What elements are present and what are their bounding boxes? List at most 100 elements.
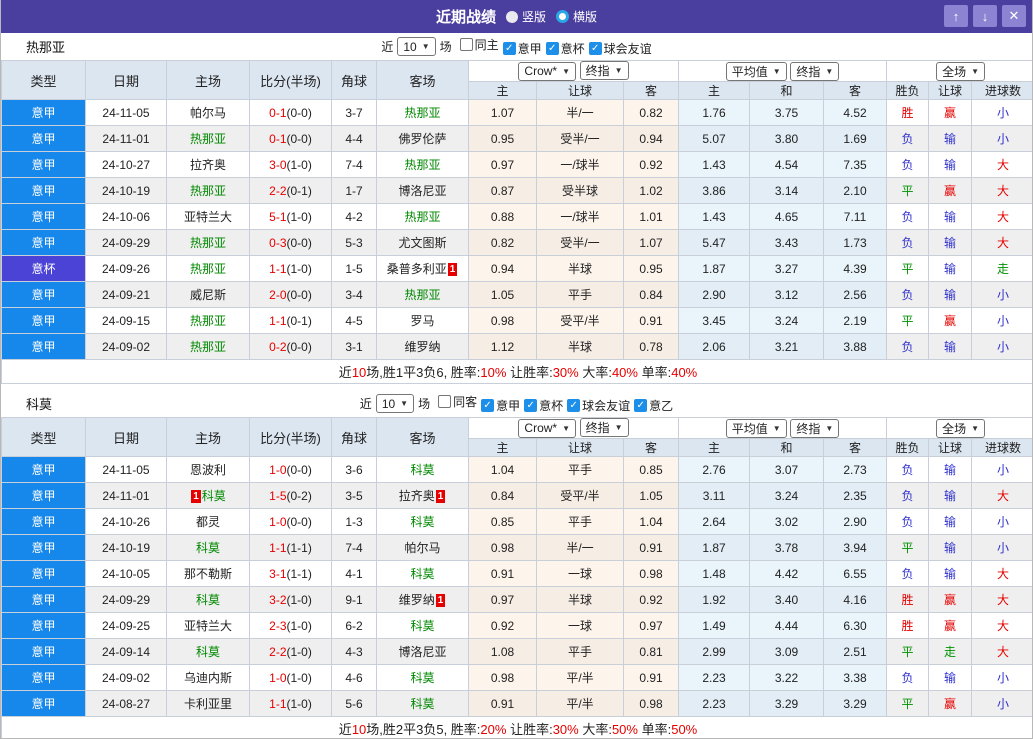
checkbox-unchecked-icon[interactable] [459,38,473,51]
games-count-select[interactable]: 10 ▼ [375,394,415,413]
home-team-cell: 威尼斯 [166,281,250,308]
odds-time-select[interactable]: 终指 ▼ [579,418,629,438]
average-select[interactable]: 平均值 ▼ [725,418,787,438]
odds-handicap-cell: 一球 [536,560,624,587]
filter-checkbox-item[interactable]: ✓ 意甲 [502,40,542,57]
move-down-button[interactable]: ↓ [973,5,997,27]
checkbox-checked-icon[interactable]: ✓ [545,42,559,55]
halftime-score: (0-1) [286,313,312,328]
matches-label: 场 [439,40,452,54]
chevron-down-icon: ▼ [825,423,834,433]
average-select[interactable]: 平均值 ▼ [725,61,787,81]
checkbox-checked-icon[interactable]: ✓ [634,399,648,412]
close-button[interactable]: ✕ [1002,5,1026,27]
summary-segment: 30% [552,722,579,737]
team-label: 热那亚 [404,158,441,172]
summary-segment: 40% [611,365,638,380]
radio-unselected-icon[interactable] [505,10,518,23]
date-cell: 24-09-21 [85,281,167,308]
summary-segment: 10% [480,365,507,380]
avg-away-cell: 4.39 [823,255,888,282]
col-result-handicap: 让球 [928,81,973,100]
filter-checkbox-item[interactable]: ✓ 意乙 [634,397,673,414]
filter-checkbox-item[interactable]: ✓ 意甲 [481,397,520,414]
fulltime-score: 1-1 [269,540,287,555]
fulltime-score: 3-1 [269,566,287,581]
bookmaker-select[interactable]: Crow* ▼ [518,418,577,438]
filter-checkbox-item[interactable]: ✓ 球会友谊 [567,397,630,414]
title-group: 近期战绩 竖版 横版 [436,6,597,27]
games-count-select[interactable]: 10 ▼ [397,37,436,56]
bookmaker-select[interactable]: Crow* ▼ [518,61,577,81]
team-label: 卡利亚里 [183,697,232,711]
halftime-score: (0-2) [286,488,312,503]
avg-time-select[interactable]: 终指 ▼ [790,61,840,81]
avg-draw-cell: 3.29 [749,690,825,717]
filter-checkbox-label: 意甲 [517,42,542,56]
col-avg-draw: 和 [749,438,825,457]
score-cell: 1-5(0-2) [249,482,332,509]
halftime-score: (1-0) [286,644,312,659]
home-team-cell: 热那亚 [166,255,250,282]
table-row: 意甲 24-11-01 热那亚 0-1(0-0) 4-4 佛罗伦萨 0.95 受半/一 0.94… [1,125,1032,152]
home-team-cell: 亚特兰大 [166,612,250,639]
avg-draw-cell: 4.54 [749,151,825,178]
avg-home-cell: 1.92 [678,586,751,613]
table-row: 意甲 24-09-25 亚特兰大 2-3(1-0) 6-2 科莫 0.92 一球 0.97 1.4… [1,612,1032,639]
checkbox-checked-icon[interactable]: ✓ [502,42,516,55]
avg-away-cell: 2.90 [823,508,888,535]
chevron-down-icon: ▼ [562,423,571,433]
table-row: 意甲 24-11-01 1 科莫 1-5(0-2) 3-5 拉齐奥 1 0.84 受平/半 1.05… [1,482,1032,509]
corner-cell: 1-7 [331,177,377,204]
team-label: 乌迪内斯 [183,671,232,685]
filter-checkbox-item[interactable]: 同客 [438,393,477,410]
odds-handicap-cell: 平/半 [536,690,624,717]
avg-away-cell: 3.88 [823,333,888,360]
odds-handicap-cell: 半/一 [536,99,624,126]
layout-radio-horizontal[interactable]: 横版 [556,8,597,25]
radio-selected-icon[interactable] [556,10,569,23]
checkbox-checked-icon[interactable]: ✓ [567,399,581,412]
home-team-cell: 科莫 [166,638,250,665]
checkbox-checked-icon[interactable]: ✓ [481,399,495,412]
team-label: 热那亚 [189,236,226,250]
score-cell: 3-1(1-1) [249,560,332,587]
avg-home-cell: 2.23 [678,664,751,691]
home-team-cell: 1 科莫 [166,482,250,509]
avg-away-cell: 7.11 [823,203,888,230]
move-up-button[interactable]: ↑ [944,5,968,27]
filter-checkbox-item[interactable]: ✓ 球会友谊 [588,40,652,57]
type-cell: 意甲 [1,638,86,665]
checkbox-checked-icon[interactable]: ✓ [524,399,538,412]
away-team-cell: 科莫 [376,664,469,691]
checkbox-unchecked-icon[interactable] [438,395,452,408]
result-handicap-cell: 输 [928,151,973,178]
odds-home-cell: 0.97 [468,586,537,613]
date-cell: 24-09-02 [85,664,167,691]
filter-checkbox-item[interactable]: ✓ 意杯 [524,397,563,414]
summary-segment: 近 [338,722,352,737]
layout-radio-vertical[interactable]: 竖版 [505,8,546,25]
avg-time-select[interactable]: 终指 ▼ [790,418,840,438]
corner-cell: 4-5 [331,307,377,334]
filter-checkbox-item[interactable]: ✓ 意杯 [545,40,585,57]
result-handicap-cell: 赢 [928,586,973,613]
table-row: 意甲 24-09-02 热那亚 0-2(0-0) 3-1 维罗纳 1.12 半球 0.78 2.0… [1,333,1032,360]
type-cell: 意甲 [1,99,86,126]
odds-time-select[interactable]: 终指 ▼ [579,61,629,81]
odds-home-cell: 0.88 [468,203,537,230]
period-select[interactable]: 全场 ▼ [936,61,986,81]
halftime-score: (0-0) [286,105,312,120]
odds-home-cell: 1.04 [468,456,537,483]
away-team-cell: 拉齐奥 1 [376,482,469,509]
result-goals-cell: 大 [971,482,1032,509]
home-team-cell: 热那亚 [166,177,250,204]
type-cell: 意甲 [1,229,86,256]
period-select[interactable]: 全场 ▼ [936,418,986,438]
fulltime-score: 1-1 [269,261,287,276]
corner-cell: 3-7 [331,99,377,126]
result-wl-cell: 平 [886,690,930,717]
filter-checkbox-item[interactable]: 同主 [459,36,499,53]
checkbox-checked-icon[interactable]: ✓ [588,42,602,55]
filter-checks: 同主 ✓ 意甲 ✓ 意杯 ✓ 球会友谊 [456,36,652,57]
